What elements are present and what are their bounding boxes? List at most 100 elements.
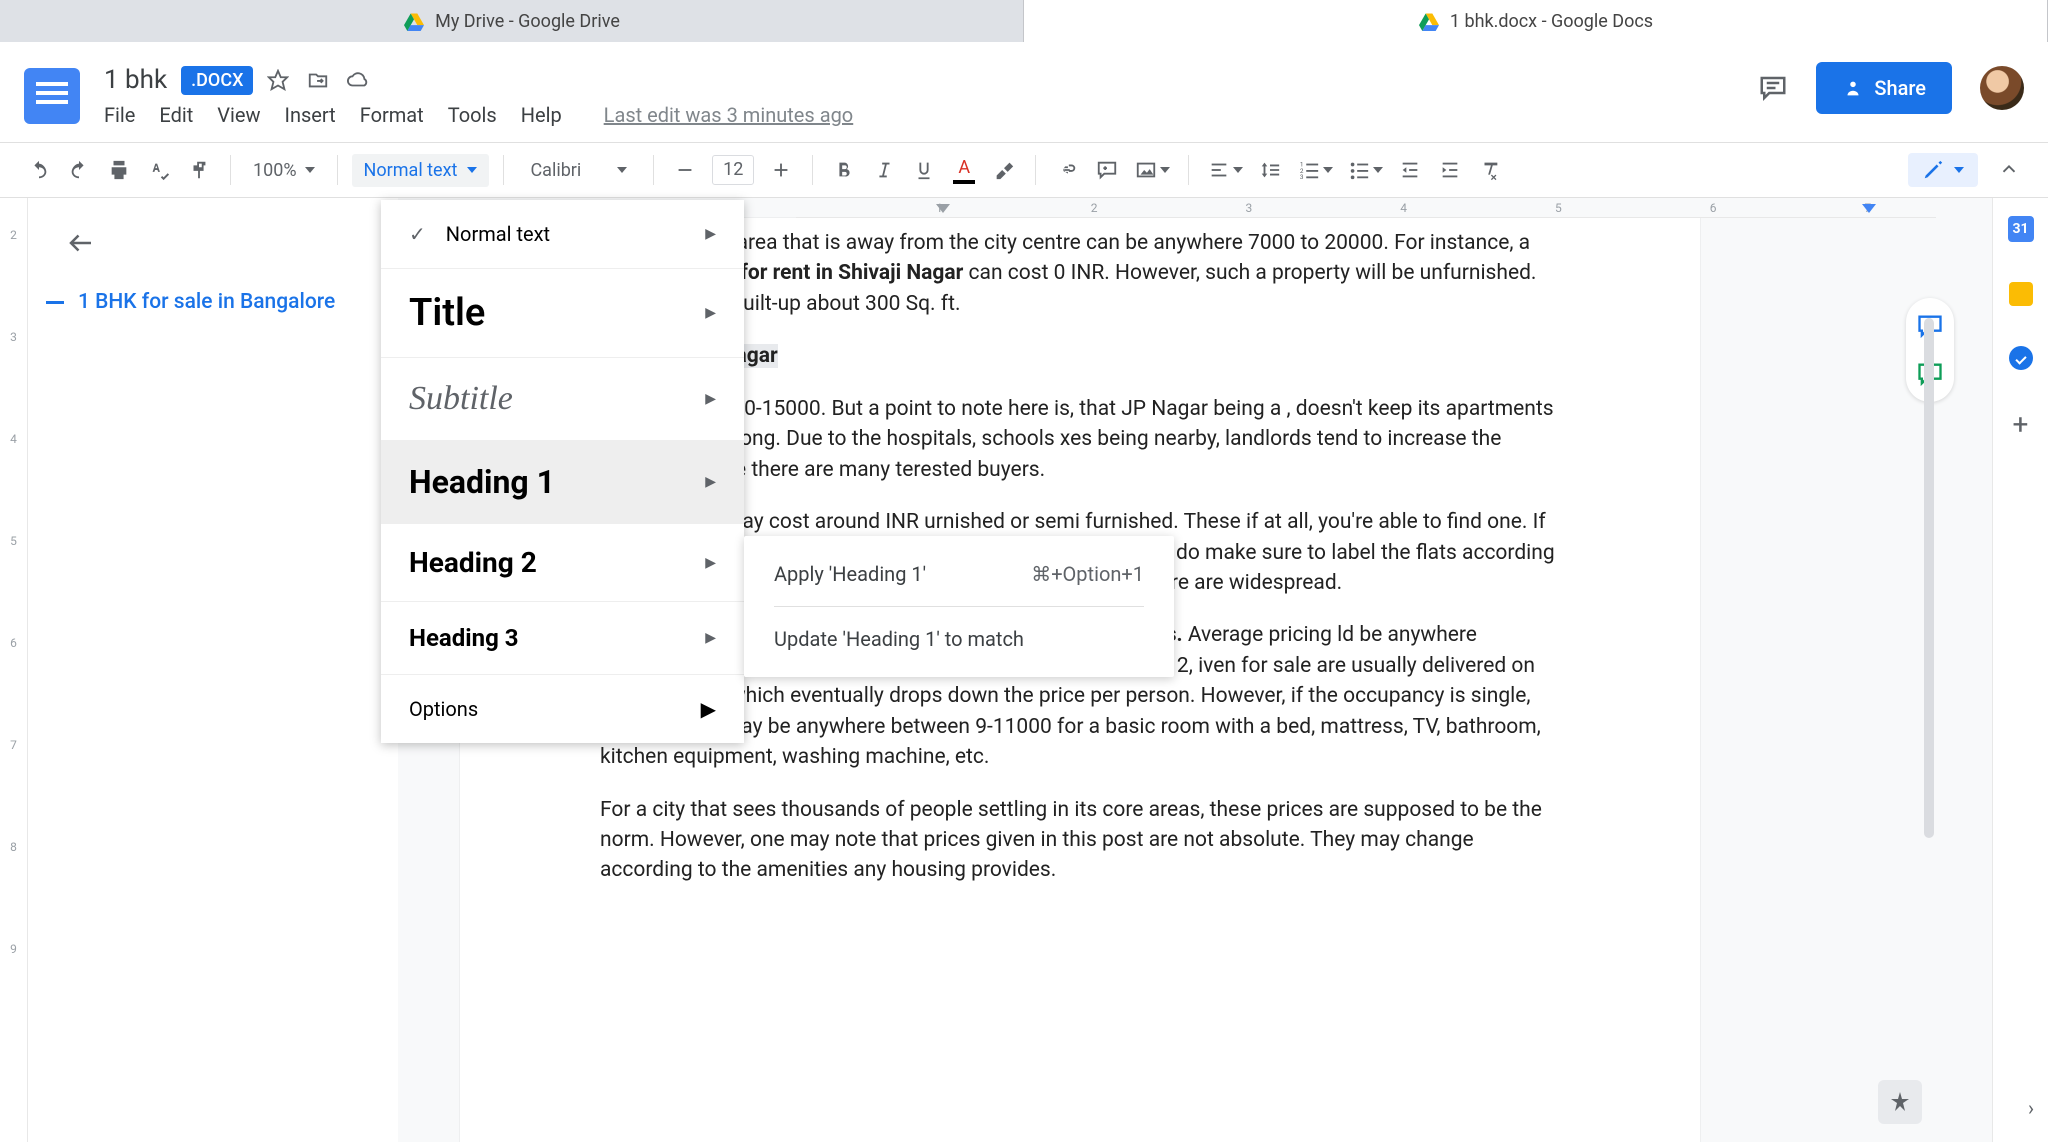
document-title[interactable]: 1 bhk — [104, 65, 167, 95]
image-button[interactable] — [1130, 153, 1174, 187]
font-size-increase[interactable] — [764, 153, 798, 187]
zoom-value: 100% — [253, 160, 297, 181]
font-size-decrease[interactable] — [668, 153, 702, 187]
menu-view[interactable]: View — [217, 103, 260, 127]
paragraph-style-select[interactable]: Normal text — [352, 154, 490, 187]
submenu-label: Update 'Heading 1' to match — [774, 627, 1024, 651]
outline-marker-icon — [46, 301, 64, 304]
explore-icon — [1888, 1090, 1912, 1114]
toolbar: 100% Normal text Calibri 12 A 123 — [0, 142, 2048, 198]
outline-item-label: 1 BHK for sale in Bangalore — [78, 290, 335, 314]
font-size-input[interactable]: 12 — [712, 155, 754, 185]
style-options[interactable]: Options ▶ — [381, 675, 744, 743]
spellcheck-button[interactable] — [142, 153, 176, 187]
style-label: Heading 1 — [409, 463, 555, 501]
indent-increase-button[interactable] — [1433, 153, 1467, 187]
browser-tab-docs[interactable]: 1 bhk.docx - Google Docs — [1024, 0, 2048, 42]
style-option-heading1[interactable]: Heading 1 ▶ — [381, 441, 744, 524]
drive-icon — [1418, 11, 1440, 31]
align-button[interactable] — [1203, 153, 1247, 187]
comment-button[interactable] — [1090, 153, 1124, 187]
outline-back-icon[interactable] — [66, 228, 96, 258]
comment-history-icon[interactable] — [1758, 73, 1788, 103]
redo-button[interactable] — [62, 153, 96, 187]
indent-decrease-button[interactable] — [1393, 153, 1427, 187]
separator — [774, 606, 1144, 607]
body-paragraph[interactable]: where around 10-15000. But a point to no… — [600, 394, 1560, 485]
indent-right-icon[interactable] — [1862, 204, 1876, 213]
calendar-addon-icon[interactable]: 31 — [2008, 216, 2034, 242]
menu-insert[interactable]: Insert — [285, 103, 336, 127]
tasks-addon-icon[interactable] — [2009, 346, 2033, 370]
text-color-button[interactable]: A — [947, 153, 981, 187]
scrollbar[interactable] — [1924, 318, 1934, 838]
browser-tabs: My Drive - Google Drive 1 bhk.docx - Goo… — [0, 0, 2048, 42]
menu-tools[interactable]: Tools — [448, 103, 497, 127]
font-value: Calibri — [530, 160, 581, 181]
share-button[interactable]: Share — [1816, 62, 1952, 114]
style-option-subtitle[interactable]: Subtitle ▶ — [381, 358, 744, 441]
italic-button[interactable] — [867, 153, 901, 187]
heading1-submenu: Apply 'Heading 1' ⌘+Option+1 Update 'Hea… — [744, 536, 1174, 677]
browser-tab-drive[interactable]: My Drive - Google Drive — [0, 0, 1024, 42]
menu-format[interactable]: Format — [360, 103, 424, 127]
style-option-heading3[interactable]: Heading 3 ▶ — [381, 602, 744, 675]
caret-icon — [1954, 167, 1964, 173]
update-heading1[interactable]: Update 'Heading 1' to match — [744, 615, 1174, 663]
docs-logo-icon[interactable] — [24, 68, 80, 124]
print-button[interactable] — [102, 153, 136, 187]
menu-help[interactable]: Help — [521, 103, 562, 127]
menu-bar: File Edit View Insert Format Tools Help … — [104, 103, 853, 127]
account-avatar[interactable] — [1980, 66, 2024, 110]
lock-person-icon — [1842, 77, 1864, 99]
bulleted-list-button[interactable] — [1343, 153, 1387, 187]
submenu-arrow-icon: ▶ — [705, 305, 716, 321]
clear-formatting-button[interactable] — [1473, 153, 1507, 187]
zoom-select[interactable]: 100% — [245, 160, 323, 181]
font-select[interactable]: Calibri — [518, 160, 639, 181]
share-label: Share — [1874, 76, 1926, 100]
docx-badge: .DOCX — [181, 66, 253, 95]
line-spacing-button[interactable] — [1253, 153, 1287, 187]
explore-button[interactable] — [1878, 1080, 1922, 1124]
menu-edit[interactable]: Edit — [159, 103, 193, 127]
submenu-arrow-icon: ▶ — [705, 391, 716, 407]
cloud-icon[interactable] — [347, 69, 369, 91]
browser-tab-label: My Drive - Google Drive — [435, 11, 620, 32]
submenu-arrow-icon: ▶ — [705, 555, 716, 571]
add-addon-icon[interactable]: + — [2007, 410, 2035, 438]
underline-button[interactable] — [907, 153, 941, 187]
undo-button[interactable] — [22, 153, 56, 187]
body-paragraph[interactable]: or rent in JP Nagar — [600, 341, 1560, 371]
keep-addon-icon[interactable] — [2009, 282, 2033, 306]
submenu-arrow-icon: ▶ — [705, 474, 716, 490]
app-bar: 1 bhk .DOCX File Edit View Insert Format… — [0, 42, 2048, 142]
style-option-normal[interactable]: ✓Normal text ▶ — [381, 200, 744, 269]
collapse-toolbar-button[interactable] — [1992, 153, 2026, 187]
horizontal-ruler[interactable]: 1234567 — [796, 198, 1936, 218]
menu-file[interactable]: File — [104, 103, 135, 127]
last-edit-link[interactable]: Last edit was 3 minutes ago — [604, 103, 854, 127]
indent-left-icon[interactable] — [936, 204, 950, 213]
highlight-button[interactable] — [987, 153, 1021, 187]
numbered-list-button[interactable]: 123 — [1293, 153, 1337, 187]
submenu-arrow-icon: ▶ — [701, 697, 716, 721]
outline-item[interactable]: 1 BHK for sale in Bangalore — [46, 290, 380, 314]
paint-format-button[interactable] — [182, 153, 216, 187]
bold-button[interactable] — [827, 153, 861, 187]
style-option-heading2[interactable]: Heading 2 ▶ — [381, 524, 744, 602]
star-icon[interactable] — [267, 69, 289, 91]
side-panel-expand-icon[interactable]: › — [2028, 1096, 2034, 1120]
body-paragraph[interactable]: For a city that sees thousands of people… — [600, 795, 1560, 886]
apply-heading1[interactable]: Apply 'Heading 1' ⌘+Option+1 — [744, 550, 1174, 598]
body-paragraph[interactable]: for lease in an area that is away from t… — [600, 228, 1560, 319]
editing-mode-button[interactable] — [1908, 153, 1978, 187]
font-size-control: 12 — [668, 153, 798, 187]
move-icon[interactable] — [307, 69, 329, 91]
browser-tab-label: 1 bhk.docx - Google Docs — [1450, 11, 1653, 32]
outline-panel: 1 BHK for sale in Bangalore — [28, 198, 398, 1142]
link-button[interactable] — [1050, 153, 1084, 187]
style-label: Subtitle — [409, 380, 513, 418]
style-option-title[interactable]: Title ▶ — [381, 269, 744, 358]
caret-icon — [1373, 167, 1383, 173]
